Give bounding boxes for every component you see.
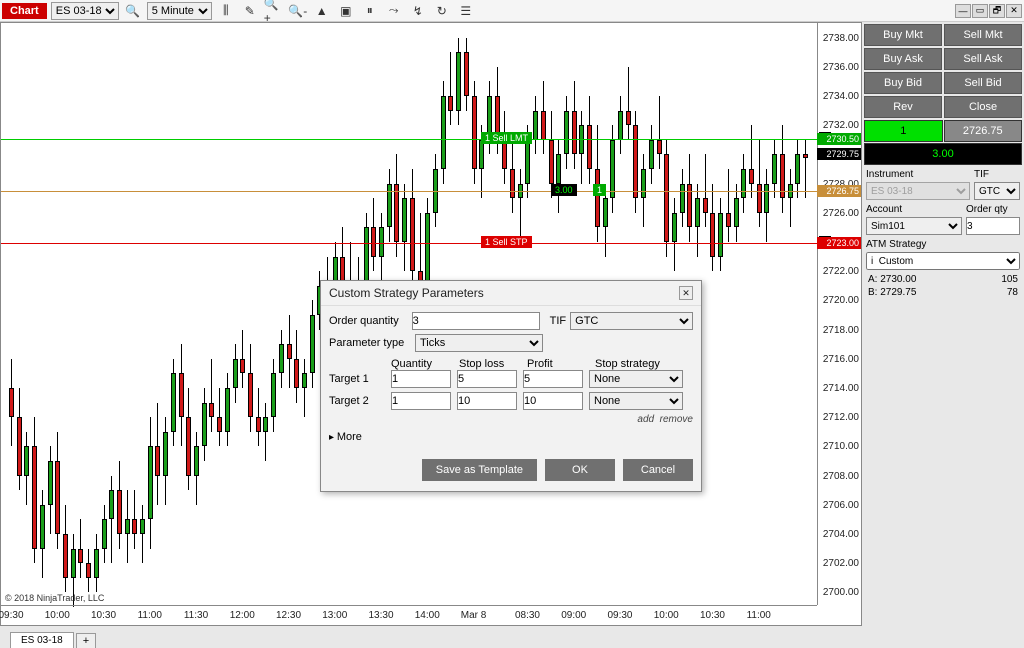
limit-order-line[interactable]: 1 Sell LMT ✕: [1, 139, 817, 140]
buy-mkt-button[interactable]: Buy Mkt: [864, 24, 942, 46]
stop-order-line[interactable]: 1 Sell STP ✕: [1, 243, 817, 244]
zoom-out-icon[interactable]: 🔍-: [288, 2, 308, 20]
target2-profit-input[interactable]: [523, 392, 583, 410]
buy-bid-button[interactable]: Buy Bid: [864, 72, 942, 94]
dlg-param-type-select[interactable]: Ticks: [415, 334, 543, 352]
col-profit: Profit: [527, 358, 595, 370]
indicator-icon[interactable]: ⤳: [384, 2, 404, 20]
col-stop-loss: Stop loss: [459, 358, 527, 370]
ok-button[interactable]: OK: [545, 459, 615, 481]
dlg-tif-select[interactable]: GTC: [570, 312, 693, 330]
current-price-tag: 2729.75: [817, 148, 861, 160]
remove-target-link[interactable]: remove: [660, 414, 693, 425]
time-axis[interactable]: 09:3010:0010:3011:0011:3012:0012:3013:00…: [1, 605, 817, 625]
target1-label: Target 1: [329, 373, 385, 385]
trade-panel: Buy Mkt Sell Mkt Buy Ask Sell Ask Buy Bi…: [862, 22, 1024, 648]
reverse-button[interactable]: Rev: [864, 96, 942, 118]
close-window-icon[interactable]: ✕: [1006, 4, 1022, 18]
copyright-text: © 2018 NinjaTrader, LLC: [5, 593, 104, 603]
maximize-icon[interactable]: ▭: [972, 4, 988, 18]
dlg-param-type-label: Parameter type: [329, 337, 411, 349]
cancel-button[interactable]: Cancel: [623, 459, 693, 481]
restore-icon[interactable]: 🗗: [989, 4, 1005, 18]
strategy-icon[interactable]: ↯: [408, 2, 428, 20]
chart-style-icon[interactable]: ⫼: [216, 2, 236, 20]
data-box-icon[interactable]: ▣: [336, 2, 356, 20]
target2-label: Target 2: [329, 395, 385, 407]
dlg-order-qty-label: Order quantity: [329, 315, 408, 327]
target2-sl-input[interactable]: [457, 392, 517, 410]
save-template-button[interactable]: Save as Template: [422, 459, 537, 481]
window-controls: ― ▭ 🗗 ✕: [955, 4, 1022, 18]
target1-stopstrategy-select[interactable]: None: [589, 370, 683, 388]
ask-row: A: 2730.00 105: [868, 274, 1018, 285]
side-instrument-select[interactable]: ES 03-18: [866, 182, 970, 200]
sell-bid-button[interactable]: Sell Bid: [944, 72, 1022, 94]
minimize-icon[interactable]: ―: [955, 4, 971, 18]
refresh-icon[interactable]: ↻: [432, 2, 452, 20]
instrument-label: Instrument: [866, 169, 970, 180]
more-toggle[interactable]: More: [329, 431, 693, 443]
position-price: 2726.75: [944, 120, 1023, 142]
target2-qty-input[interactable]: [391, 392, 451, 410]
tab-bar: ES 03-18 +: [0, 628, 862, 648]
atm-strategy-label: ATM Strategy: [866, 239, 926, 250]
sell-ask-button[interactable]: Sell Ask: [944, 48, 1022, 70]
target1-profit-input[interactable]: [523, 370, 583, 388]
position-pnl: 3.00: [864, 143, 1022, 165]
zoom-in-icon[interactable]: 🔍+: [264, 2, 284, 20]
side-tif-select[interactable]: GTC: [974, 182, 1020, 200]
atm-strategy-select[interactable]: i Custom: [866, 252, 1020, 270]
col-quantity: Quantity: [391, 358, 459, 370]
dialog-close-icon[interactable]: ✕: [679, 286, 693, 300]
add-tab-button[interactable]: +: [76, 633, 96, 648]
entry-pnl-tag: 3.00: [551, 184, 577, 196]
add-target-link[interactable]: add: [637, 414, 654, 425]
pause-icon[interactable]: ⏸: [360, 2, 380, 20]
interval-select[interactable]: 5 Minute: [147, 2, 212, 20]
col-stop-strategy: Stop strategy: [595, 358, 660, 370]
custom-strategy-dialog: Custom Strategy Parameters ✕ Order quant…: [320, 280, 702, 492]
dlg-tif-label: TIF: [550, 315, 567, 327]
entry-line[interactable]: 3.00 1: [1, 191, 817, 192]
limit-price-tag: 2730.50: [817, 133, 861, 145]
stop-order-tag[interactable]: 1 Sell STP: [481, 236, 532, 248]
order-qty-label: Order qty: [966, 204, 1020, 215]
target1-sl-input[interactable]: [457, 370, 517, 388]
close-position-button[interactable]: Close: [944, 96, 1022, 118]
bid-row: B: 2729.75 78: [868, 287, 1018, 298]
position-qty: 1: [864, 120, 943, 142]
search-icon[interactable]: 🔍: [123, 2, 143, 20]
tif-label: TIF: [974, 169, 1020, 180]
chart-label: Chart: [2, 3, 47, 19]
tab-instrument[interactable]: ES 03-18: [10, 632, 74, 648]
cursor-icon[interactable]: ▲: [312, 2, 332, 20]
stop-price-tag: 2723.00: [817, 237, 861, 249]
account-label: Account: [866, 204, 962, 215]
entry-qty-tag: 1: [593, 184, 606, 196]
account-select[interactable]: Sim101: [866, 217, 962, 235]
properties-icon[interactable]: ☰: [456, 2, 476, 20]
entry-price-tag: 2726.75: [817, 185, 861, 197]
order-qty-input[interactable]: [966, 217, 1020, 235]
dialog-title: Custom Strategy Parameters: [329, 286, 484, 300]
draw-icon[interactable]: ✎: [240, 2, 260, 20]
target2-stopstrategy-select[interactable]: None: [589, 392, 683, 410]
limit-order-tag[interactable]: 1 Sell LMT: [481, 132, 532, 144]
buy-ask-button[interactable]: Buy Ask: [864, 48, 942, 70]
target1-qty-input[interactable]: [391, 370, 451, 388]
price-axis[interactable]: 2738.002736.002734.002732.002730.002728.…: [817, 23, 861, 605]
instrument-select[interactable]: ES 03-18: [51, 2, 119, 20]
dlg-order-qty-input[interactable]: [412, 312, 540, 330]
sell-mkt-button[interactable]: Sell Mkt: [944, 24, 1022, 46]
toolbar: Chart ES 03-18 🔍 5 Minute ⫼ ✎ 🔍+ 🔍- ▲ ▣ …: [0, 0, 1024, 22]
